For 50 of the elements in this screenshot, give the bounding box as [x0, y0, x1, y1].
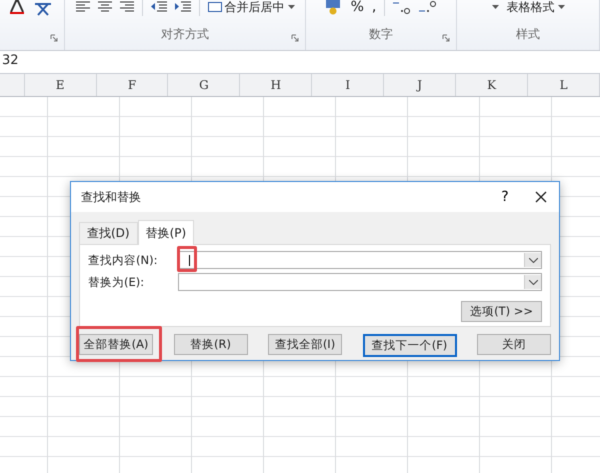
tab[interactable]: 查找(D) [79, 222, 138, 244]
group-label: 对齐方式 [161, 26, 209, 43]
caret-icon[interactable] [492, 5, 498, 9]
column-header[interactable]: K [456, 74, 528, 96]
field-label: 查找内容(N): [88, 252, 158, 268]
combo-field[interactable] [178, 273, 542, 291]
caret-icon [288, 5, 294, 9]
caret-icon [558, 5, 564, 9]
dialog-launcher-icon[interactable] [291, 34, 299, 42]
percent-style-button[interactable]: % [350, 0, 364, 15]
dropdown-button[interactable] [524, 275, 541, 289]
font-color-icon[interactable] [10, 0, 24, 14]
dialog-button[interactable]: 查找全部(I) [268, 334, 342, 355]
column-header[interactable]: H [240, 74, 312, 96]
text-cursor [189, 254, 190, 266]
dialog-button[interactable]: 查找下一个(F) [362, 334, 456, 357]
dialog-launcher-icon[interactable] [442, 34, 450, 42]
merge-cells-icon [208, 2, 222, 12]
chevron-down-icon [528, 280, 538, 284]
decrease-indent-icon[interactable] [150, 1, 166, 13]
dialog-button[interactable]: 关闭 [477, 334, 551, 355]
column-header[interactable]: I [312, 74, 384, 96]
tab[interactable]: 替换(P) [138, 220, 194, 245]
group-label: 样式 [516, 26, 540, 43]
decrease-decimal-icon[interactable] [419, 0, 438, 14]
dialog-button[interactable]: 全部替换(A) [79, 334, 153, 355]
column-header[interactable]: L [528, 74, 600, 96]
field-label: 替换为(E): [88, 274, 146, 290]
chevron-down-icon [528, 258, 538, 262]
close-icon [535, 191, 547, 203]
options-button[interactable]: 选项(T) >> [461, 301, 542, 322]
merge-center-button[interactable]: 合并后居中 [208, 0, 294, 16]
increase-indent-icon[interactable] [174, 1, 190, 13]
increase-decimal-icon[interactable] [393, 0, 412, 14]
format-as-table-button[interactable]: 表格格式 [506, 0, 564, 16]
align-right-icon[interactable] [120, 1, 134, 13]
column-header[interactable]: J [384, 74, 456, 96]
column-header[interactable]: E [24, 74, 97, 96]
align-center-icon[interactable] [98, 1, 112, 13]
dialog-launcher-icon[interactable] [50, 34, 58, 42]
column-header[interactable]: F [96, 74, 168, 96]
currency-icon[interactable] [324, 0, 343, 15]
align-left-icon[interactable] [76, 1, 90, 13]
column-header[interactable]: G [168, 74, 240, 96]
help-button[interactable]: ? [487, 184, 523, 210]
dialog-button[interactable]: 替换(R) [174, 334, 248, 355]
comma-style-button[interactable]: , [372, 0, 376, 15]
group-label: 数字 [369, 26, 393, 43]
dropdown-button[interactable] [524, 253, 541, 267]
dialog-title: 查找和替换 [81, 188, 141, 206]
